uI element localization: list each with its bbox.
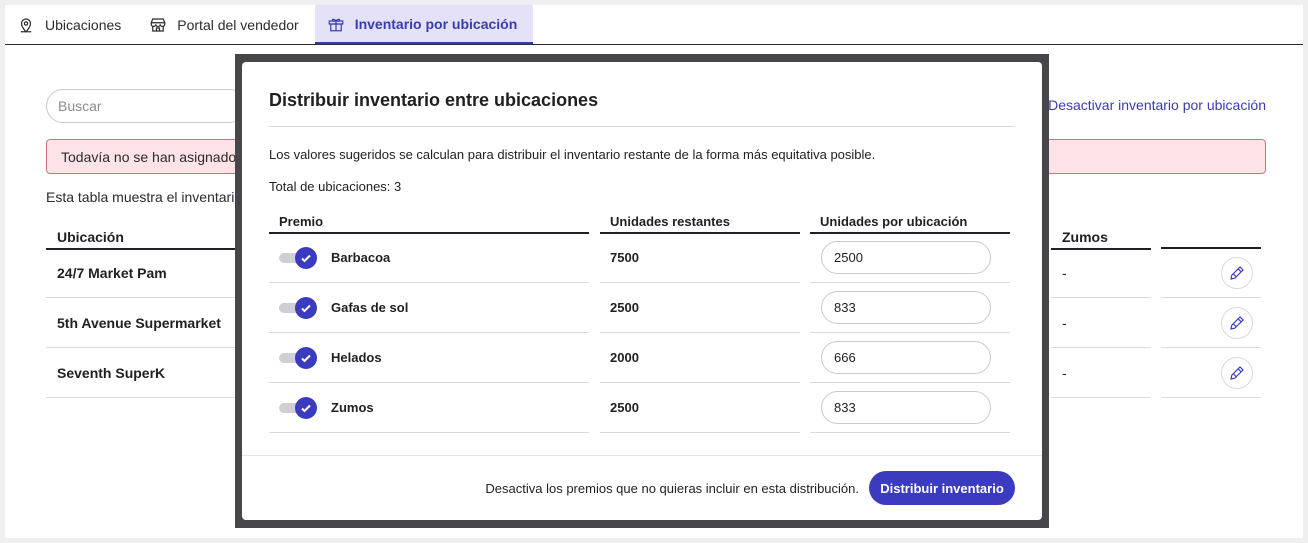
store-icon bbox=[149, 16, 167, 34]
prize-name: Helados bbox=[331, 350, 382, 365]
per-location-input[interactable] bbox=[821, 241, 991, 274]
distribute-inventory-button[interactable]: Distribuir inventario bbox=[869, 471, 1015, 505]
location-pin-icon bbox=[17, 16, 35, 34]
remaining-units: 7500 bbox=[600, 233, 800, 283]
modal-description: Los valores sugeridos se calculan para d… bbox=[269, 147, 876, 162]
toggle-knob bbox=[295, 246, 317, 269]
location-name: 5th Avenue Supermarket bbox=[57, 314, 221, 331]
per-location-cell bbox=[810, 333, 1010, 383]
column-header-remaining: Unidades restantes bbox=[600, 214, 800, 234]
table-description: Esta tabla muestra el inventario bbox=[46, 189, 243, 205]
per-location-cell bbox=[810, 233, 1010, 283]
footer-hint: Desactiva los premios que no quieras inc… bbox=[485, 481, 859, 496]
cell-value: - bbox=[1051, 298, 1151, 348]
deactivate-inventory-link[interactable]: Desactivar inventario por ubicación bbox=[1048, 97, 1266, 113]
per-location-cell bbox=[810, 383, 1010, 433]
search-input[interactable] bbox=[46, 89, 246, 123]
check-icon bbox=[301, 304, 311, 312]
prize-cell: Helados bbox=[269, 333, 589, 383]
tab-label: Ubicaciones bbox=[45, 16, 122, 33]
total-locations: Total de ubicaciones: 3 bbox=[269, 179, 402, 194]
pencil-icon bbox=[1230, 315, 1244, 330]
edit-button[interactable] bbox=[1221, 356, 1253, 389]
column-header-location: Ubicación bbox=[46, 229, 246, 250]
tab-ubicaciones[interactable]: Ubicaciones bbox=[5, 5, 137, 44]
alert-text: Todavía no se han asignado 1 bbox=[61, 148, 248, 165]
toggle-knob bbox=[295, 296, 317, 319]
prize-name: Gafas de sol bbox=[331, 300, 409, 315]
distribute-inventory-modal: Distribuir inventario entre ubicaciones … bbox=[242, 62, 1042, 520]
check-icon bbox=[301, 254, 311, 262]
per-location-cell bbox=[810, 283, 1010, 333]
prize-row: Zumos 2500 bbox=[269, 383, 1010, 433]
location-name: Seventh SuperK bbox=[57, 364, 166, 381]
column-header-per-location: Unidades por ubicación bbox=[810, 214, 1010, 234]
prize-row: Gafas de sol 2500 bbox=[269, 283, 1010, 333]
table-row: Seventh SuperK bbox=[46, 348, 246, 398]
table-row: 5th Avenue Supermarket bbox=[46, 298, 246, 348]
edit-button[interactable] bbox=[1221, 306, 1253, 339]
check-icon bbox=[301, 354, 311, 362]
footer-divider bbox=[242, 455, 1042, 456]
row-actions bbox=[1161, 298, 1261, 348]
per-location-input[interactable] bbox=[821, 291, 991, 324]
per-location-input[interactable] bbox=[821, 391, 991, 424]
toggle-knob bbox=[295, 346, 317, 369]
prize-name: Barbacoa bbox=[331, 250, 391, 265]
pencil-icon bbox=[1230, 265, 1244, 280]
table-row: 24/7 Market Pam bbox=[46, 248, 246, 298]
per-location-input[interactable] bbox=[821, 341, 991, 374]
tab-label: Portal del vendedor bbox=[177, 16, 299, 33]
remaining-units: 2500 bbox=[600, 383, 800, 433]
modal-title: Distribuir inventario entre ubicaciones bbox=[269, 90, 599, 110]
tab-inventario-ubicacion[interactable]: Inventario por ubicación bbox=[314, 5, 534, 44]
row-actions bbox=[1161, 248, 1261, 298]
divider bbox=[269, 126, 1015, 127]
remaining-units: 2500 bbox=[600, 283, 800, 333]
prize-toggle[interactable] bbox=[279, 246, 317, 269]
remaining-units: 2000 bbox=[600, 333, 800, 383]
pencil-icon bbox=[1230, 365, 1244, 380]
column-header-prize: Premio bbox=[269, 214, 589, 234]
prize-toggle[interactable] bbox=[279, 346, 317, 369]
prize-cell: Zumos bbox=[269, 383, 589, 433]
tab-label: Inventario por ubicación bbox=[354, 15, 518, 32]
tab-portal-vendedor[interactable]: Portal del vendedor bbox=[137, 5, 314, 44]
tab-bar: Ubicaciones Portal del vendedor Inventar… bbox=[5, 5, 1303, 45]
cell-value: - bbox=[1051, 248, 1151, 298]
location-name: 24/7 Market Pam bbox=[57, 264, 167, 281]
prize-cell: Barbacoa bbox=[269, 233, 589, 283]
prize-row: Helados 2000 bbox=[269, 333, 1010, 383]
prize-cell: Gafas de sol bbox=[269, 283, 589, 333]
gift-icon bbox=[327, 15, 345, 33]
edit-button[interactable] bbox=[1221, 256, 1253, 289]
prize-toggle[interactable] bbox=[279, 396, 317, 419]
cell-value: - bbox=[1051, 348, 1151, 398]
row-actions bbox=[1161, 348, 1261, 398]
prize-row: Barbacoa 7500 bbox=[269, 233, 1010, 283]
check-icon bbox=[301, 404, 311, 412]
prize-name: Zumos bbox=[331, 400, 374, 415]
prize-toggle[interactable] bbox=[279, 296, 317, 319]
column-header-zumos: Zumos bbox=[1051, 229, 1151, 250]
toggle-knob bbox=[295, 396, 317, 419]
